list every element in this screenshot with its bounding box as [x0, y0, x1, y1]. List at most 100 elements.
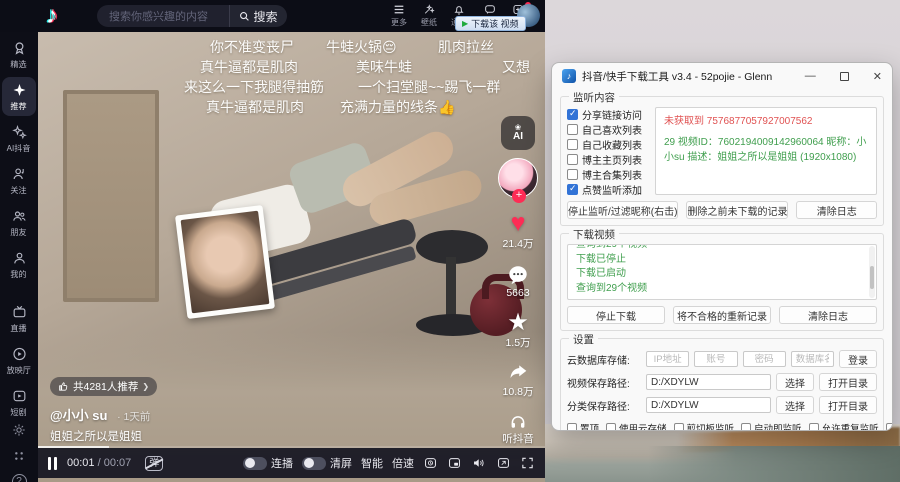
- sidebar-item-jingxuan[interactable]: 精选: [2, 35, 36, 74]
- clear-screen-toggle[interactable]: 清屏: [302, 455, 352, 471]
- checkbox-icon[interactable]: [567, 423, 577, 431]
- settings-gear-icon[interactable]: [11, 422, 27, 438]
- checkbox-icon[interactable]: [886, 423, 893, 431]
- checkbox-always-on-top[interactable]: 置顶: [567, 421, 599, 431]
- video-player[interactable]: 你不准变丧尸 牛蛙火锅😔 肌肉拉丝 真牛逼都是肌肉 美味牛蛙 又想 来这么一下我…: [38, 32, 545, 482]
- smart-button[interactable]: 智能: [361, 455, 383, 471]
- like-button[interactable]: ♥ 21.4万: [503, 211, 534, 251]
- close-button[interactable]: ✕: [873, 70, 882, 83]
- checkbox-icon[interactable]: [567, 139, 578, 150]
- db-account-input[interactable]: [694, 351, 737, 367]
- sidebar-item-wode[interactable]: 我的: [2, 245, 36, 284]
- nav-wallpaper[interactable]: 壁纸: [414, 3, 444, 28]
- stop-monitor-button[interactable]: 停止监听/过滤昵称(右击): [567, 201, 678, 219]
- checkbox-blogger-collection[interactable]: 博主合集列表: [567, 167, 649, 182]
- category-path-open-button[interactable]: 打开目录: [819, 396, 877, 414]
- volume-icon[interactable]: [471, 456, 487, 470]
- sidebar-item-ai-douyin[interactable]: AI抖音: [2, 119, 36, 158]
- downloader-tool-window: ♪ 抖音/快手下载工具 v3.4 - 52pojie - Glenn — ✕ 监…: [551, 62, 893, 431]
- sidebar-item-tuijian[interactable]: 推荐: [2, 77, 36, 116]
- danmaku-comment: 你不准变丧尸: [210, 37, 294, 57]
- apps-grid-icon[interactable]: [11, 448, 27, 464]
- danmaku-toggle-button[interactable]: 弹: [145, 456, 163, 471]
- scrollbar[interactable]: [869, 246, 875, 298]
- toggle-pill[interactable]: [243, 457, 267, 470]
- checkbox-monitor-on-start[interactable]: 启动即监听: [741, 421, 802, 431]
- douyin-logo-icon[interactable]: ♪: [46, 2, 58, 30]
- toggle-pill[interactable]: [302, 457, 326, 470]
- checkbox-icon[interactable]: [567, 109, 578, 120]
- category-path-choose-button[interactable]: 选择: [776, 396, 814, 414]
- stop-download-button[interactable]: 停止下载: [567, 306, 665, 324]
- download-video-overlay-button[interactable]: ▶ 下载该 视频: [455, 16, 526, 31]
- checkbox-icon[interactable]: [567, 154, 578, 165]
- checkbox-icon[interactable]: [567, 124, 578, 135]
- checkbox-icon[interactable]: [741, 423, 751, 431]
- listen-button[interactable]: 听抖音: [502, 412, 534, 446]
- window-titlebar[interactable]: ♪ 抖音/快手下载工具 v3.4 - 52pojie - Glenn — ✕: [552, 63, 892, 89]
- checkbox-icon[interactable]: [606, 423, 616, 431]
- monitor-log[interactable]: 未获取到 7576877057927007562 29 视频ID：7602194…: [655, 107, 877, 195]
- checkbox-share-link[interactable]: 分享链接访问: [567, 107, 649, 122]
- checkbox-download-on-monitor[interactable]: 监听即下载: [886, 421, 893, 431]
- db-name-input[interactable]: [791, 351, 834, 367]
- pause-button[interactable]: [48, 457, 57, 470]
- checkbox-icon[interactable]: [567, 184, 578, 195]
- clear-monitor-log-button[interactable]: 清除日志: [796, 201, 877, 219]
- nav-more[interactable]: 更多: [384, 3, 414, 28]
- recommend-badge[interactable]: 共4281人推荐 ❯: [50, 377, 157, 396]
- db-login-button[interactable]: 登录: [839, 350, 877, 368]
- wallpaper-lake: [540, 424, 900, 482]
- checkbox-own-favorites[interactable]: 自己收藏列表: [567, 137, 649, 152]
- pip-icon[interactable]: [447, 456, 462, 470]
- speed-button[interactable]: 倍速: [392, 455, 414, 471]
- checkbox-icon[interactable]: [567, 169, 578, 180]
- clear-download-log-button[interactable]: 清除日志: [779, 306, 877, 324]
- delete-undownloaded-button[interactable]: 删除之前未下载的记录: [686, 201, 788, 219]
- video-path-open-button[interactable]: 打开目录: [819, 373, 877, 391]
- video-path-input[interactable]: [646, 374, 771, 390]
- comment-button[interactable]: 5663: [506, 264, 530, 299]
- checkbox-like-monitor-add[interactable]: 点赞监听添加: [567, 182, 649, 197]
- settings-group: 设置 云数据库存储: 登录 视频保存路径: 选择 打开目录 分类保存路径: 选择…: [560, 338, 884, 431]
- favorite-button[interactable]: ★ 1.5万: [505, 312, 530, 350]
- checkbox-use-cloud-storage[interactable]: 使用云存储: [606, 421, 667, 431]
- author-avatar[interactable]: +: [498, 158, 538, 198]
- fullscreen-icon[interactable]: [520, 456, 535, 470]
- progress-bar[interactable]: [38, 446, 545, 448]
- ai-pendant-icon[interactable]: ❀ AI: [501, 116, 535, 150]
- minimize-button[interactable]: —: [805, 71, 816, 81]
- db-ip-input[interactable]: [646, 351, 689, 367]
- checkbox-icon[interactable]: [674, 423, 684, 431]
- category-path-input[interactable]: [646, 397, 771, 413]
- sidebar-item-guanzhu[interactable]: 关注: [2, 161, 36, 200]
- watch-later-icon[interactable]: [423, 456, 438, 470]
- sidebar-item-zhibo[interactable]: 直播: [2, 299, 36, 338]
- recommend-star-icon: [11, 82, 28, 98]
- search-button[interactable]: 搜索: [229, 5, 287, 27]
- rerecord-unqualified-button[interactable]: 将不合格的重新记录: [673, 306, 771, 324]
- follow-plus-button[interactable]: +: [512, 189, 526, 203]
- video-path-choose-button[interactable]: 选择: [776, 373, 814, 391]
- db-password-input[interactable]: [743, 351, 786, 367]
- checkbox-allow-repeat-monitor[interactable]: 允许重复监听: [809, 421, 879, 431]
- checkbox-icon[interactable]: [809, 423, 819, 431]
- help-icon[interactable]: ?: [12, 474, 27, 482]
- author-name[interactable]: @小小 su: [50, 408, 107, 423]
- sidebar-item-duanju[interactable]: 短剧: [2, 383, 36, 422]
- checkbox-own-likes[interactable]: 自己喜欢列表: [567, 122, 649, 137]
- download-log[interactable]: 查询到29个视频 下载已停止 下载已启动 查询到29个视频: [567, 244, 877, 300]
- checkbox-blogger-home[interactable]: 博主主页列表: [567, 152, 649, 167]
- search-input[interactable]: 搜索你感兴趣的内容 搜索: [97, 5, 287, 27]
- share-button[interactable]: 10.8万: [503, 363, 534, 399]
- maximize-button[interactable]: [840, 72, 849, 81]
- headphones-icon: [508, 412, 528, 430]
- checkbox-clipboard-monitor[interactable]: 剪切板监听: [674, 421, 735, 431]
- scrollbar-thumb[interactable]: [870, 266, 874, 289]
- sidebar-item-pengyou[interactable]: 朋友: [2, 203, 36, 242]
- autoplay-toggle[interactable]: 连播: [243, 455, 293, 471]
- web-fullscreen-icon[interactable]: [496, 456, 511, 470]
- author-line[interactable]: @小小 su · 1天前: [50, 405, 157, 424]
- nav-messages[interactable]: [475, 3, 505, 16]
- sidebar-item-fangyingting[interactable]: 放映厅: [2, 341, 36, 380]
